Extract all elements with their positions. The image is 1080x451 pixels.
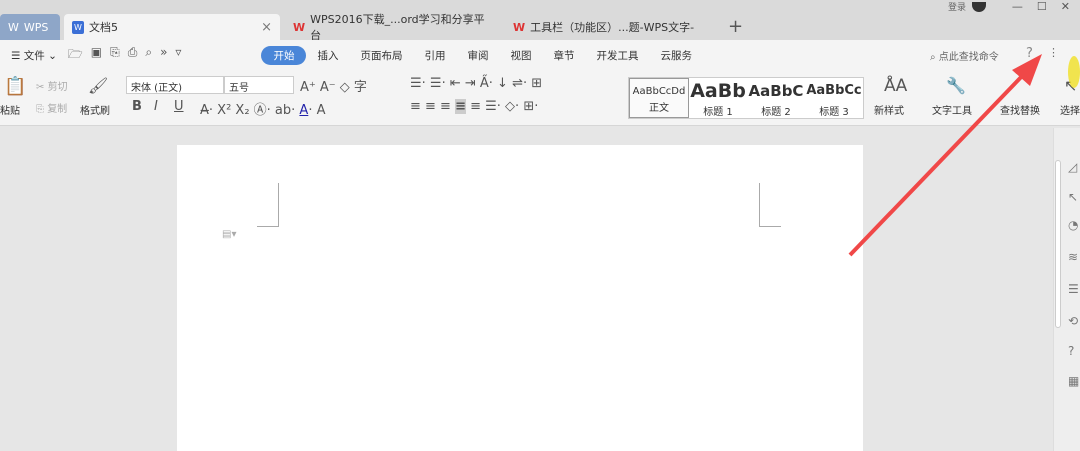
annotation-arrow: [848, 54, 1080, 257]
